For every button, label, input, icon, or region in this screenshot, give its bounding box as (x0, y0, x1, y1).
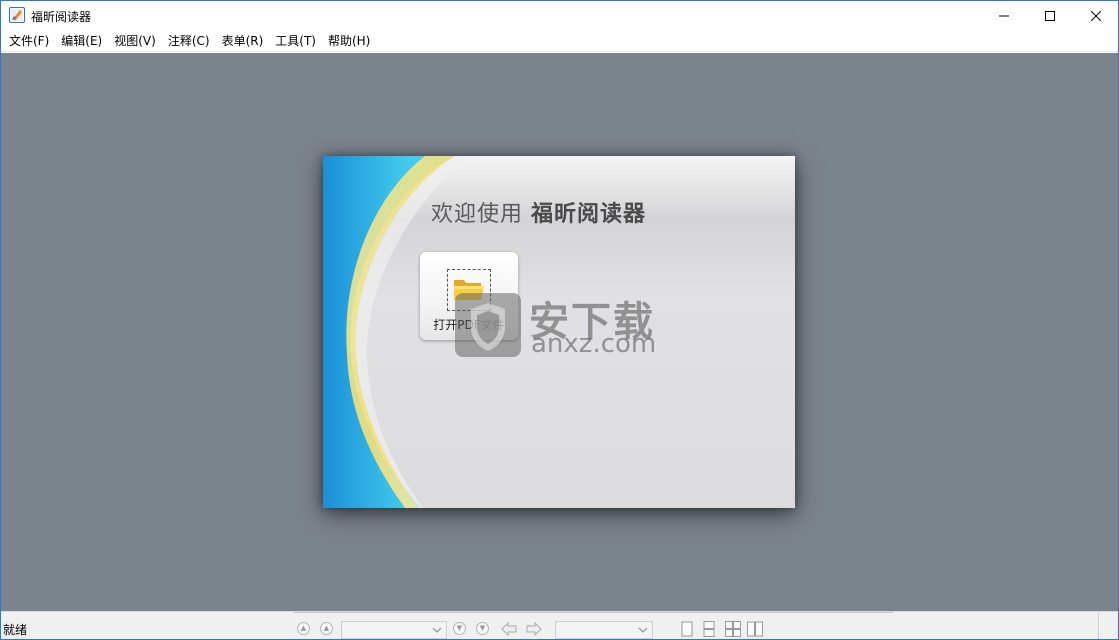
window-title: 福昕阅读器 (31, 10, 92, 24)
welcome-title-app: 福昕阅读器 (531, 202, 647, 227)
welcome-title-prefix: 欢迎使用 (431, 202, 524, 227)
menu-file[interactable]: 文件(F) (3, 31, 55, 52)
menu-view[interactable]: 视图(V) (108, 31, 162, 52)
next-page-icon[interactable]: ▼ (453, 622, 466, 635)
document-workspace: 欢迎使用 福昕阅读器 打开PDF文件 安下载 anxz.com (1, 53, 1118, 611)
maximize-button[interactable] (1027, 1, 1073, 31)
menu-form[interactable]: 表单(R) (216, 31, 270, 52)
open-pdf-label: 打开PDF文件 (433, 318, 505, 332)
last-page-icon[interactable]: ▼ (476, 622, 489, 635)
app-logo-icon (9, 7, 25, 23)
continuous-page-icon[interactable] (701, 621, 717, 637)
chevron-down-icon (432, 627, 442, 633)
folder-open-icon (454, 280, 484, 300)
minimize-button[interactable] (981, 1, 1027, 31)
maximize-icon (1045, 11, 1055, 21)
back-arrow-icon[interactable] (500, 621, 518, 637)
chevron-down-icon (638, 627, 648, 633)
first-page-icon[interactable]: ▲ (297, 622, 310, 635)
menu-bar: 文件(F) 编辑(E) 视图(V) 注释(C) 表单(R) 工具(T) 帮助(H… (1, 31, 1118, 52)
minimize-icon (999, 15, 1009, 17)
open-pdf-button[interactable]: 打开PDF文件 (420, 252, 518, 340)
title-bar[interactable]: 福昕阅读器 (1, 1, 1118, 31)
page-number-combo[interactable] (341, 621, 447, 639)
menu-comment[interactable]: 注释(C) (162, 31, 216, 52)
status-text: 就绪 (3, 623, 28, 637)
welcome-panel: 欢迎使用 福昕阅读器 打开PDF文件 (323, 156, 795, 508)
page-navigation-bar: ▲ ▲ ▼ ▼ (293, 612, 893, 639)
forward-arrow-icon[interactable] (525, 621, 543, 637)
welcome-title: 欢迎使用 福昕阅读器 (431, 196, 646, 228)
app-window: 福昕阅读器 文件(F) 编辑(E) 视图(V) 注释(C) 表单(R) 工具(T… (0, 0, 1119, 640)
close-button[interactable] (1073, 1, 1118, 31)
previous-page-icon[interactable]: ▲ (320, 622, 333, 635)
close-icon (1091, 11, 1101, 21)
menu-help[interactable]: 帮助(H) (322, 31, 376, 52)
zoom-combo[interactable] (555, 621, 653, 639)
resize-grip[interactable] (1098, 612, 1118, 639)
menu-tools[interactable]: 工具(T) (269, 31, 322, 52)
status-bar: 就绪 ▲ ▲ ▼ ▼ (1, 611, 1118, 639)
facing-pages-icon[interactable] (725, 621, 741, 637)
two-page-icon[interactable] (747, 621, 763, 637)
menu-edit[interactable]: 编辑(E) (55, 31, 108, 52)
single-page-icon[interactable] (679, 621, 695, 637)
